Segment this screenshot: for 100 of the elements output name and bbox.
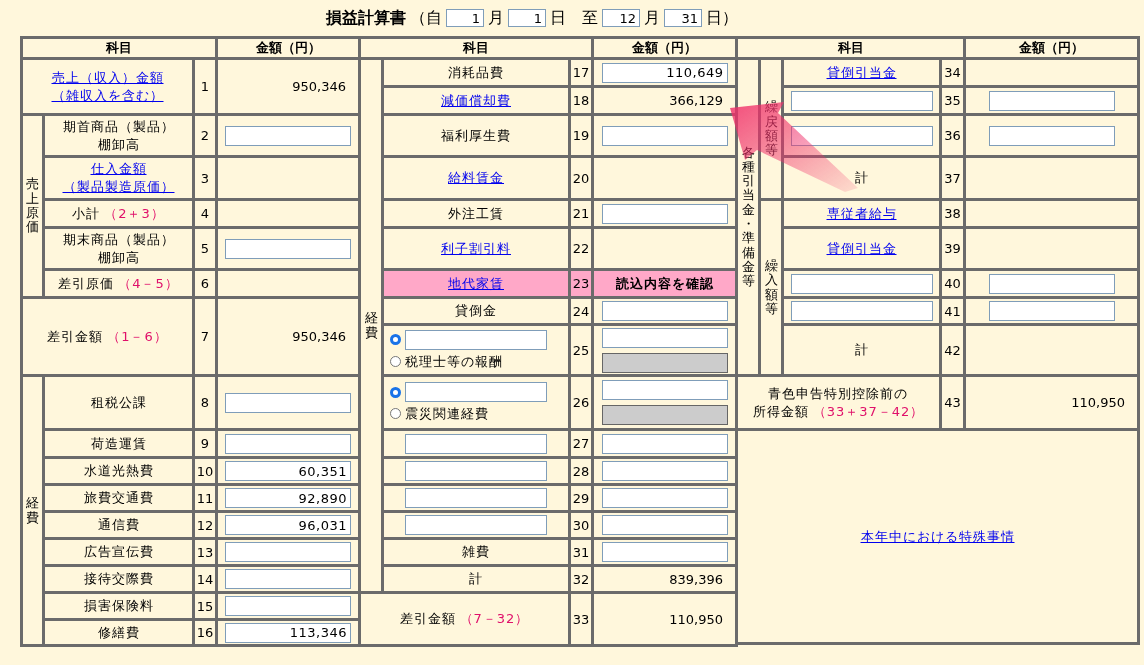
group-label: 各種引当金・準備金等 — [741, 145, 755, 289]
item-label: 水道光熱費 — [83, 462, 154, 480]
option-label: 税理士等の報酬 — [405, 352, 503, 371]
amount-field[interactable] — [601, 461, 728, 481]
amount-field[interactable] — [225, 238, 351, 259]
item-label: 計 — [854, 341, 869, 359]
line-number: 41 — [944, 303, 961, 319]
item-label: 租税公課 — [90, 393, 147, 412]
amount-field[interactable] — [601, 327, 728, 348]
line-number: 23 — [572, 276, 590, 291]
line-number: 36 — [944, 128, 961, 143]
line-number: 4 — [200, 206, 210, 221]
group-label: 売上原価 — [26, 177, 39, 235]
item-label: 福利厚生費 — [441, 126, 511, 145]
item-field[interactable] — [790, 301, 933, 321]
group-label: 繰戻額等 — [764, 100, 778, 158]
line-number: 12 — [196, 517, 214, 533]
date-field[interactable]: 31 — [664, 9, 702, 27]
amount-field[interactable] — [988, 125, 1115, 146]
line-number: 38 — [944, 206, 961, 221]
item-label: 旅費交通費 — [83, 489, 154, 507]
amount-field[interactable] — [225, 125, 351, 146]
item-field[interactable] — [790, 273, 933, 294]
line-number: 28 — [572, 463, 590, 479]
amount-field[interactable] — [225, 433, 351, 454]
item-field[interactable] — [405, 382, 547, 403]
item-field[interactable] — [405, 488, 547, 508]
item-label: 広告宣伝費 — [83, 543, 154, 561]
amount-field[interactable] — [601, 515, 728, 535]
item-link[interactable]: 給料賃金 — [448, 169, 504, 187]
amount-field[interactable] — [988, 273, 1115, 294]
line-number: 9 — [200, 436, 210, 451]
line-number: 27 — [572, 436, 590, 451]
line-number: 31 — [572, 544, 590, 560]
line-number: 24 — [572, 303, 590, 319]
amount-field[interactable]: 92,890 — [225, 488, 351, 508]
item-label: 計 — [854, 169, 869, 187]
amount-field[interactable] — [601, 203, 728, 224]
line-number: 19 — [572, 128, 590, 143]
item-label: 計 — [469, 570, 483, 588]
line-number: 1 — [200, 79, 210, 94]
amount-field[interactable]: 113,346 — [225, 622, 351, 643]
amount-field[interactable] — [225, 542, 351, 562]
item-link[interactable]: 地代家賃 — [448, 274, 504, 293]
amount-field[interactable] — [601, 301, 728, 321]
line-number: 40 — [944, 276, 961, 291]
amount-field[interactable] — [225, 392, 351, 413]
line-number: 37 — [944, 170, 961, 186]
item-label: 青色申告特別控除前の 所得金額 （33＋37－42） — [752, 384, 925, 421]
item-label: 消耗品費 — [448, 63, 504, 82]
radio-button[interactable] — [390, 334, 401, 346]
amount-text: 110,950 — [668, 611, 724, 627]
amount-field[interactable] — [601, 125, 728, 146]
item-label: 差引原価 （4－5） — [58, 274, 179, 293]
line-number: 32 — [572, 571, 590, 587]
item-field[interactable] — [405, 461, 547, 481]
amount-field[interactable] — [225, 569, 351, 589]
line-number: 22 — [572, 241, 590, 256]
amount-field[interactable] — [225, 596, 351, 616]
amount-field[interactable] — [988, 301, 1115, 321]
line-number: 6 — [200, 276, 210, 291]
item-link[interactable]: 利子割引料 — [441, 239, 511, 258]
date-field[interactable]: 1 — [508, 9, 546, 27]
amount-field[interactable] — [601, 542, 728, 562]
line-number: 21 — [572, 206, 590, 221]
item-label: 雑費 — [462, 543, 490, 561]
item-link[interactable]: 貸倒引当金 — [826, 239, 897, 258]
amount-text: 366,129 — [668, 93, 724, 108]
amount-field[interactable] — [601, 433, 728, 454]
amount-field[interactable] — [601, 380, 728, 400]
item-field[interactable] — [405, 433, 547, 454]
amount-field[interactable] — [988, 90, 1115, 111]
radio-button[interactable] — [390, 356, 401, 367]
option-label: 震災関連経費 — [405, 405, 489, 423]
line-number: 17 — [572, 65, 590, 80]
date-field[interactable]: 1 — [446, 9, 484, 27]
special-circumstances-link[interactable]: 本年中における特殊事情 — [860, 528, 1015, 544]
amount-field[interactable] — [601, 488, 728, 508]
item-label: 通信費 — [97, 516, 140, 534]
line-number: 16 — [196, 625, 214, 640]
line-number: 2 — [200, 128, 210, 143]
amount-field[interactable]: 110,649 — [601, 62, 728, 83]
item-field[interactable] — [790, 125, 933, 146]
date-field[interactable]: 12 — [602, 9, 640, 27]
radio-button[interactable] — [390, 408, 401, 420]
group-label: 繰入額等 — [764, 258, 778, 317]
item-label: 差引金額 （1－6） — [47, 327, 168, 346]
radio-button[interactable] — [390, 386, 401, 398]
date-label: 月 — [488, 7, 504, 29]
date-label: 月 — [644, 7, 660, 29]
line-number: 8 — [200, 395, 210, 410]
item-field[interactable] — [405, 515, 547, 535]
line-number: 39 — [944, 241, 961, 256]
amount-field[interactable]: 96,031 — [225, 515, 351, 535]
item-field[interactable] — [405, 329, 547, 350]
item-label: 貸倒金 — [455, 302, 497, 320]
column-header: 科目 — [463, 40, 489, 55]
amount-field[interactable]: 60,351 — [225, 461, 351, 481]
page-title: 損益計算書 — [326, 7, 406, 29]
item-field[interactable] — [790, 90, 933, 111]
